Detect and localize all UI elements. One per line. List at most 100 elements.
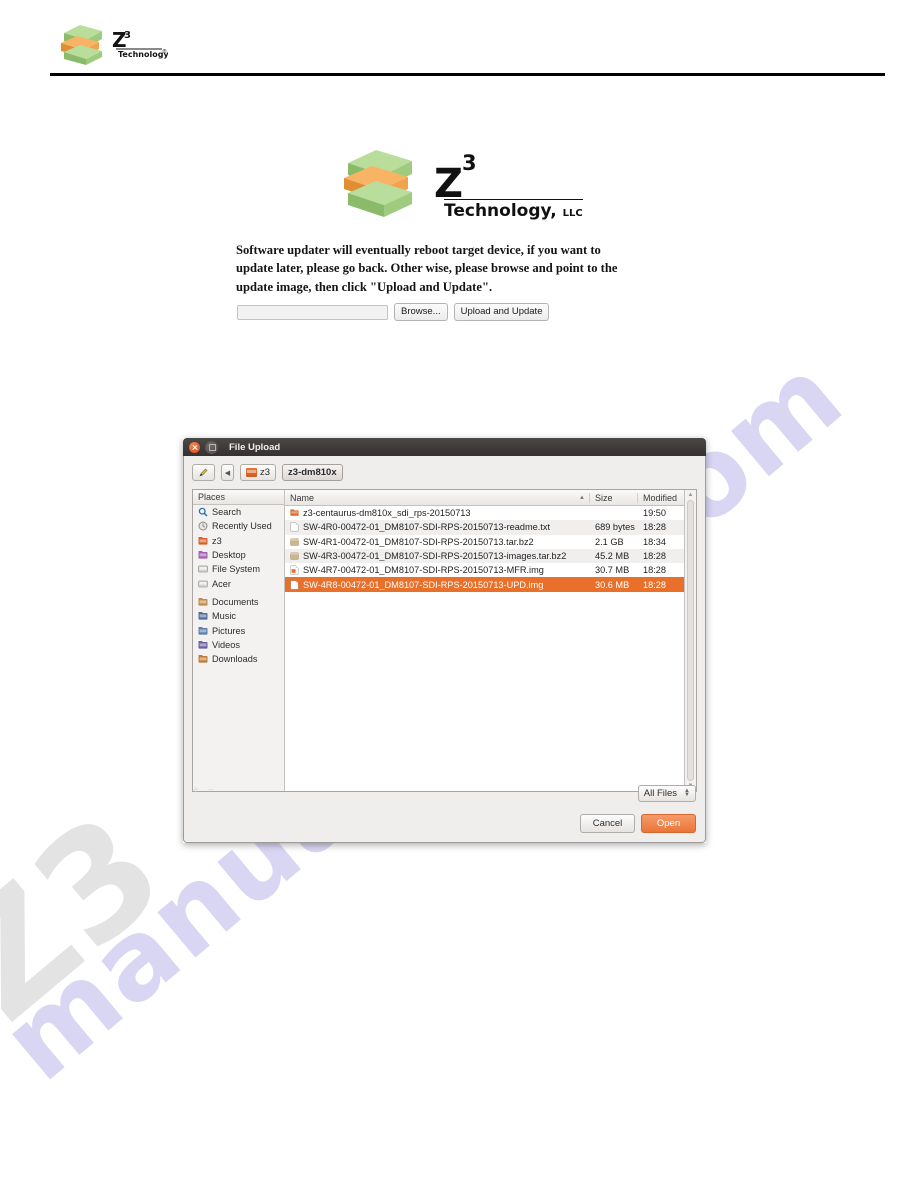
- zoom-controls: + −: [193, 785, 214, 796]
- table-row[interactable]: SW-4R0-00472-01_DM8107-SDI-RPS-20150713-…: [285, 520, 684, 535]
- disk-image-icon: [290, 565, 299, 575]
- upload-form: Browse... Upload and Update: [237, 303, 550, 322]
- sidebar-item-videos[interactable]: Videos: [193, 638, 284, 652]
- file-size-cell: 30.7 MB: [595, 565, 630, 576]
- file-name-cell: z3-centaurus-dm810x_sdi_rps-20150713: [285, 508, 590, 518]
- maximize-icon[interactable]: [205, 440, 218, 454]
- file-list: z3-centaurus-dm810x_sdi_rps-20150713 19:5…: [285, 506, 684, 791]
- text-file-icon: [290, 522, 299, 532]
- sort-ascending-icon: ▲: [579, 494, 585, 501]
- file-type-filter[interactable]: All Files ▲ ▼: [637, 785, 696, 802]
- search-icon: [198, 507, 208, 517]
- brand-name: Z3: [434, 150, 477, 208]
- svg-text:3: 3: [124, 30, 131, 41]
- sidebar-item-downloads[interactable]: Downloads: [193, 652, 284, 666]
- archive-file-icon: [290, 552, 299, 560]
- file-type-filter-label: All Files: [643, 788, 678, 799]
- files-column-headers: Name ▲ Size Modified: [285, 490, 684, 506]
- back-chevron-icon[interactable]: ◀: [221, 464, 234, 481]
- sidebar-item-label: Downloads: [212, 654, 258, 665]
- sidebar-item-label: Acer: [212, 578, 231, 589]
- file-name-label: SW-4R1-00472-01_DM8107-SDI-RPS-20150713.…: [303, 536, 534, 547]
- downloads-folder-icon: [198, 655, 208, 663]
- sidebar-item-label: z3: [212, 535, 222, 546]
- places-pane: Places Search Recently Used z3 Desktop File …: [193, 490, 285, 791]
- zoom-in-button[interactable]: +: [193, 785, 199, 796]
- cancel-button[interactable]: Cancel: [580, 814, 635, 833]
- sidebar-item-label: Desktop: [212, 550, 246, 561]
- header-logo-graphic: Z 3 Technology ®: [61, 25, 169, 65]
- sidebar-item-label: Music: [212, 611, 236, 622]
- column-header-name[interactable]: Name ▲: [285, 492, 590, 503]
- sidebar-item-desktop[interactable]: Desktop: [193, 548, 284, 562]
- pathbar: ◀ z3 z3-dm810x: [192, 463, 697, 482]
- close-icon[interactable]: [189, 441, 200, 453]
- sidebar-item-label: Search: [212, 507, 242, 518]
- file-size-cell: 2.1 GB: [595, 536, 624, 547]
- sidebar-item-label: Documents: [212, 596, 259, 607]
- scrollbar-thumb[interactable]: [687, 500, 694, 781]
- file-upload-dialog: File Upload ◀ z3 z3-dm810x Places Search…: [183, 438, 706, 843]
- open-button[interactable]: Open: [641, 814, 696, 833]
- file-filter-row: All Files ▲ ▼: [637, 785, 696, 802]
- file-modified-cell: 18:34: [643, 536, 666, 547]
- dialog-body: ◀ z3 z3-dm810x Places Search Recently Use…: [183, 456, 706, 843]
- files-pane: Name ▲ Size Modified z3-centaurus-dm810x…: [285, 490, 684, 791]
- drive-icon: [198, 580, 208, 588]
- watermark-z3: Z3: [0, 781, 197, 1054]
- sidebar-item-search[interactable]: Search: [193, 505, 284, 519]
- table-row[interactable]: SW-4R8-00472-01_DM8107-SDI-RPS-20150713-…: [285, 577, 684, 592]
- dialog-actions: Cancel Open: [580, 814, 696, 833]
- pencil-glyph: [199, 468, 208, 477]
- desktop-icon: [198, 551, 208, 559]
- column-header-size[interactable]: Size: [590, 492, 638, 503]
- table-row[interactable]: SW-4R3-00472-01_DM8107-SDI-RPS-20150713-…: [285, 548, 684, 564]
- upload-and-update-button[interactable]: Upload and Update: [453, 303, 550, 322]
- drive-icon: [198, 565, 208, 573]
- pencil-icon[interactable]: [192, 464, 215, 481]
- svg-text:Technology: Technology: [118, 50, 168, 59]
- home-folder-icon: [198, 536, 208, 545]
- table-row[interactable]: z3-centaurus-dm810x_sdi_rps-20150713 19:5…: [285, 506, 684, 520]
- sidebar-item-acer[interactable]: Acer: [193, 576, 284, 590]
- file-modified-cell: 18:28: [643, 565, 666, 576]
- breadcrumb-home[interactable]: z3: [240, 464, 277, 481]
- header-divider: [50, 73, 885, 76]
- brand-wordmark: Z3 Technology, LLC: [434, 150, 583, 221]
- zoom-out-button[interactable]: −: [208, 785, 214, 796]
- file-name-cell: SW-4R0-00472-01_DM8107-SDI-RPS-20150713-…: [285, 522, 590, 532]
- sidebar-item-documents[interactable]: Documents: [193, 595, 284, 609]
- table-row[interactable]: SW-4R7-00472-01_DM8107-SDI-RPS-20150713-…: [285, 563, 684, 577]
- file-size-cell: 689 bytes: [595, 522, 635, 533]
- dialog-titlebar[interactable]: File Upload: [183, 438, 706, 456]
- sidebar-item-music[interactable]: Music: [193, 609, 284, 623]
- file-name-label: SW-4R7-00472-01_DM8107-SDI-RPS-20150713-…: [303, 565, 544, 576]
- clock-icon: [198, 521, 208, 531]
- disk-image-icon: [290, 580, 299, 590]
- videos-folder-icon: [198, 640, 208, 649]
- file-path-input[interactable]: [237, 304, 388, 320]
- music-folder-icon: [198, 612, 208, 620]
- header-logo: Z 3 Technology ®: [58, 21, 169, 67]
- updater-instructions: Software updater will eventually reboot …: [236, 243, 618, 294]
- scroll-up-icon[interactable]: ▲: [688, 492, 694, 498]
- sidebar-item-z3[interactable]: z3: [193, 534, 284, 548]
- sidebar-item-pictures[interactable]: Pictures: [193, 623, 284, 637]
- home-folder-icon: [246, 468, 257, 477]
- sidebar-item-recently-used[interactable]: Recently Used: [193, 519, 284, 533]
- column-header-name-label: Name: [290, 492, 315, 503]
- file-modified-cell: 18:28: [643, 579, 666, 590]
- column-header-modified[interactable]: Modified: [638, 493, 684, 503]
- sidebar-item-file-system[interactable]: File System: [193, 562, 284, 576]
- file-modified-cell: 19:50: [643, 508, 666, 519]
- file-list-scrollbar[interactable]: ▲ ▼: [684, 490, 696, 791]
- browse-button[interactable]: Browse...: [394, 303, 448, 322]
- brand-logo-graphic: [340, 145, 420, 227]
- archive-file-icon: [290, 538, 299, 546]
- file-size-cell: 30.6 MB: [595, 579, 630, 590]
- documents-folder-icon: [198, 597, 208, 606]
- breadcrumb-current[interactable]: z3-dm810x: [282, 464, 343, 481]
- file-name-label: z3-centaurus-dm810x_sdi_rps-20150713: [303, 508, 471, 519]
- file-modified-cell: 18:28: [643, 522, 666, 533]
- table-row[interactable]: SW-4R1-00472-01_DM8107-SDI-RPS-20150713.…: [285, 535, 684, 549]
